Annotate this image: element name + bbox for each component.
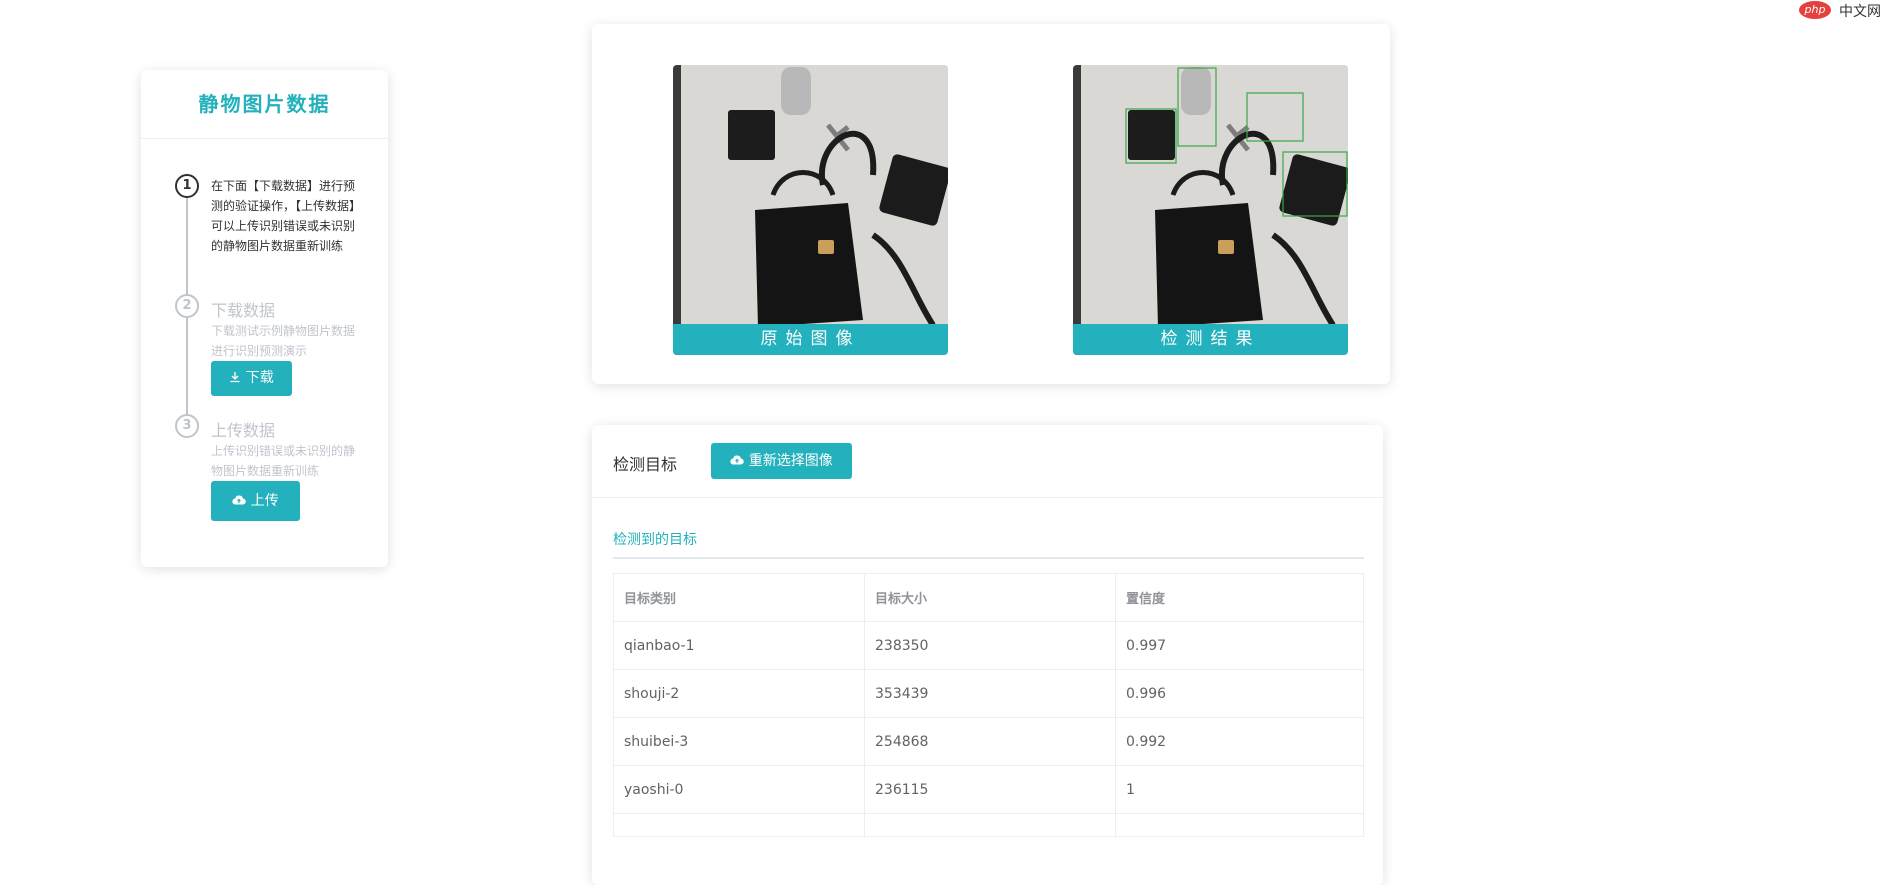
steps-panel: 静物图片数据 1 在下面【下载数据】进行预测的验证操作，【上传数据】可以上传识别…	[141, 70, 388, 567]
table-row: yaoshi-0 236115 1	[613, 765, 1364, 814]
table-row: qianbao-1 238350 0.997	[613, 621, 1364, 670]
download-icon	[229, 370, 245, 386]
original-photo	[673, 65, 948, 355]
cell-category: shuibei-3	[613, 717, 865, 766]
result-caption: 检测结果	[1073, 324, 1348, 355]
cell-size: 254868	[864, 717, 1116, 766]
original-caption: 原始图像	[673, 324, 948, 355]
upload-label: 上传	[250, 493, 279, 509]
step-3-title: 上传数据	[211, 421, 276, 440]
cell-size: 353439	[864, 669, 1116, 718]
cell-empty	[613, 813, 865, 837]
result-header: 检测目标 重新选择图像	[592, 425, 1383, 498]
step-connector	[186, 198, 188, 294]
column-header: 目标大小	[864, 573, 1116, 622]
column-header: 目标类别	[613, 573, 865, 622]
step-number-2: 2	[175, 294, 199, 318]
cell-size: 238350	[864, 621, 1116, 670]
cell-category: shouji-2	[613, 669, 865, 718]
result-title: 检测目标	[613, 455, 678, 474]
cell-confidence: 0.996	[1115, 669, 1364, 718]
step-2-title: 下载数据	[211, 301, 276, 320]
download-label: 下载	[245, 370, 274, 386]
table-row: shouji-2 353439 0.996	[613, 669, 1364, 718]
step-3-description: 上传识别错误或未识别的静物图片数据重新训练	[211, 444, 356, 478]
table-header-row: 目标类别 目标大小 置信度	[613, 573, 1364, 622]
cloud-upload-icon	[232, 493, 250, 509]
step-connector	[186, 318, 188, 414]
step-2-description: 下载测试示例静物图片数据进行识别预测演示	[211, 324, 356, 358]
cell-empty	[1115, 813, 1364, 837]
upload-button[interactable]: 上传	[211, 481, 300, 521]
result-photo	[1073, 65, 1348, 355]
table-row: shuibei-3 254868 0.992	[613, 717, 1364, 766]
tab-detected-targets[interactable]: 检测到的目标	[613, 529, 697, 559]
panel-title: 静物图片数据	[141, 70, 388, 139]
table-row-empty	[613, 813, 1364, 837]
result-image: 检测结果	[1073, 65, 1348, 355]
detection-table: 目标类别 目标大小 置信度 qianbao-1 238350 0.997 sho…	[613, 573, 1364, 837]
watermark-text: 中文网	[1839, 4, 1881, 20]
cell-confidence: 1	[1115, 765, 1364, 814]
cell-confidence: 0.997	[1115, 621, 1364, 670]
step-1-description: 在下面【下载数据】进行预测的验证操作，【上传数据】可以上传识别错误或未识别的静物…	[211, 179, 362, 253]
reselect-label: 重新选择图像	[748, 453, 833, 469]
result-panel: 检测目标 重新选择图像 检测到的目标 目标类别 目标大小 置信度 qianbao…	[592, 425, 1383, 885]
cell-size: 236115	[864, 765, 1116, 814]
original-image: 原始图像	[673, 65, 948, 355]
step-number-3: 3	[175, 414, 199, 438]
tab-underline	[613, 557, 1364, 559]
column-header: 置信度	[1115, 573, 1364, 622]
cell-category: qianbao-1	[613, 621, 865, 670]
cloud-upload-icon	[730, 453, 748, 469]
step-number-1: 1	[175, 174, 199, 198]
download-button[interactable]: 下载	[211, 361, 292, 396]
cell-empty	[864, 813, 1116, 837]
reselect-image-button[interactable]: 重新选择图像	[711, 443, 852, 479]
images-panel: 原始图像 检测结果	[592, 24, 1390, 384]
cell-confidence: 0.992	[1115, 717, 1364, 766]
cell-category: yaoshi-0	[613, 765, 865, 814]
php-logo: php	[1799, 1, 1831, 19]
